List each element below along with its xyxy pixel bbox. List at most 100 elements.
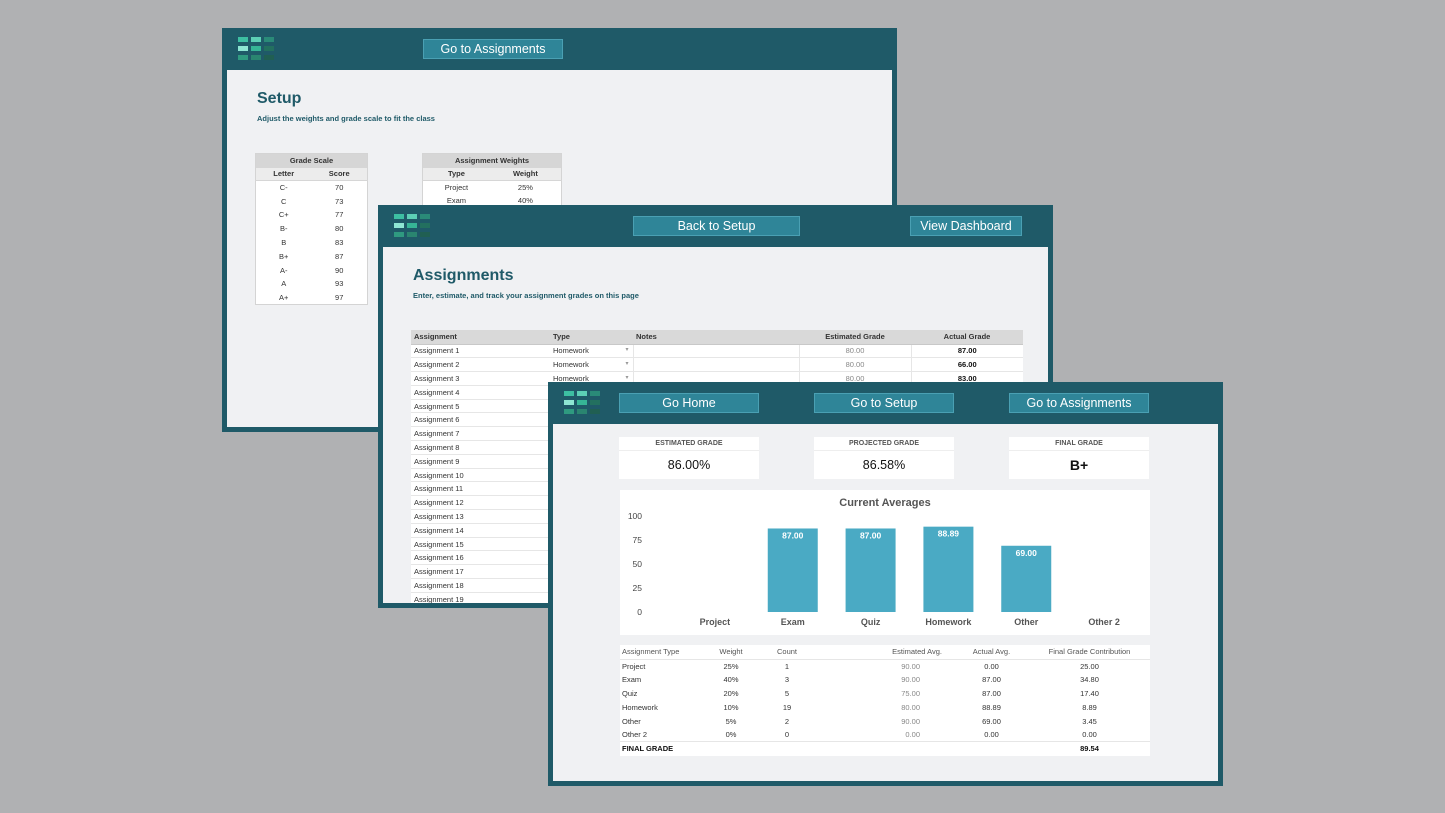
table-row: C 73 — [256, 194, 368, 208]
logo-cell — [420, 223, 430, 228]
column-header: Final Grade Contribution — [1029, 645, 1150, 660]
table-cell[interactable]: 83 — [311, 236, 367, 250]
table-row: A- 90 — [256, 263, 368, 277]
view-dashboard-button[interactable]: View Dashboard — [910, 216, 1022, 236]
assignment-name-cell[interactable]: Assignment 4 — [411, 385, 550, 400]
table-cell[interactable]: C+ — [256, 208, 312, 222]
table-cell[interactable]: 25% — [490, 181, 562, 195]
contribution-cell: 0.00 — [1082, 730, 1097, 740]
chevron-down-icon[interactable]: ▾ — [625, 360, 628, 367]
logo-cell — [564, 391, 574, 396]
y-tick-label: 25 — [633, 583, 643, 593]
assignment-name-cell[interactable]: Assignment 15 — [411, 537, 550, 552]
table-cell[interactable]: C- — [256, 181, 312, 195]
table-cell[interactable]: 93 — [311, 277, 367, 291]
bar-data-label: 87.00 — [860, 530, 882, 540]
count-cell: 3 — [784, 675, 790, 685]
go-home-button[interactable]: Go Home — [619, 393, 759, 413]
assignment-name-cell[interactable]: Assignment 2 — [411, 357, 550, 373]
notes-cell[interactable] — [632, 357, 799, 373]
assignment-name-cell[interactable]: Assignment 3 — [411, 371, 550, 386]
logo-cell — [407, 223, 417, 228]
table-cell[interactable]: B+ — [256, 249, 312, 263]
logo-cell — [564, 400, 574, 405]
table-cell[interactable]: 80 — [311, 222, 367, 236]
estimated-avg-cell: 90.00 — [901, 716, 920, 726]
chevron-down-icon[interactable]: ▾ — [625, 374, 628, 381]
logo-cell — [407, 232, 417, 237]
summary-row: Quiz 20% 5 75.00 87.00 17.40 — [620, 687, 1150, 701]
table-cell[interactable]: 97 — [311, 291, 367, 305]
bar-data-label: 69.00 — [1016, 548, 1038, 558]
summary-row: Other 5% 2 90.00 69.00 3.45 — [620, 714, 1150, 728]
assignment-name-cell[interactable]: Assignment 5 — [411, 399, 550, 414]
assignment-name-cell[interactable]: Assignment 9 — [411, 454, 550, 469]
assignment-name-cell[interactable]: Assignment 16 — [411, 550, 550, 566]
count-cell: 19 — [782, 702, 792, 712]
table-cell[interactable]: A- — [256, 263, 312, 277]
estimated-grade-cell[interactable]: 80.00 — [798, 357, 911, 373]
type-value: Homework — [553, 346, 589, 356]
y-tick-label: 100 — [628, 511, 642, 521]
go-to-assignments-button[interactable]: Go to Assignments — [1009, 393, 1149, 413]
logo-cell — [251, 46, 261, 51]
table-cell[interactable]: B — [256, 236, 312, 250]
logo-cell — [590, 400, 600, 405]
grid-logo-icon — [394, 214, 430, 238]
logo-cell — [420, 214, 430, 219]
chevron-down-icon[interactable]: ▾ — [625, 346, 628, 353]
assignment-name-cell[interactable]: Assignment 12 — [411, 495, 550, 511]
table-cell[interactable]: 70 — [311, 181, 367, 195]
column-header: Actual Avg. — [954, 645, 1029, 660]
column-header: Notes — [633, 330, 799, 345]
logo-cell — [577, 409, 587, 414]
column-header: Weight — [489, 167, 562, 181]
logo-cell — [238, 46, 248, 51]
table-cell[interactable]: C — [256, 194, 312, 208]
notes-cell[interactable] — [632, 344, 799, 359]
table-cell[interactable]: 90 — [311, 263, 367, 277]
assignment-name-cell[interactable]: Assignment 13 — [411, 509, 550, 524]
actual-avg-cell: 69.00 — [982, 716, 1001, 726]
page-subtitle: Adjust the weights and grade scale to fi… — [257, 114, 435, 123]
assignment-name-cell[interactable]: Assignment 8 — [411, 440, 550, 455]
assignment-name-cell[interactable]: Assignment 11 — [411, 481, 550, 497]
logo-cell — [420, 232, 430, 237]
table-cell[interactable]: A+ — [256, 291, 312, 305]
assignment-name-cell[interactable]: Assignment 18 — [411, 578, 550, 593]
kpi-final-grade: FINAL GRADE B+ — [1009, 437, 1149, 479]
table-cell[interactable]: Project — [423, 181, 490, 195]
contribution-cell: 34.80 — [1080, 675, 1099, 685]
assignment-name-cell[interactable]: Assignment 17 — [411, 564, 550, 580]
table-cell[interactable]: B- — [256, 222, 312, 236]
column-header: Actual Grade — [911, 330, 1023, 345]
estimated-grade-cell[interactable]: 80.00 — [798, 344, 911, 359]
count-cell: 5 — [784, 688, 790, 698]
assignment-name-cell[interactable]: Assignment 10 — [411, 468, 550, 483]
assignment-name-cell[interactable]: Assignment 6 — [411, 412, 550, 428]
estimated-avg-cell: 90.00 — [901, 675, 920, 685]
table-cell[interactable]: A — [256, 277, 312, 291]
assignment-name-cell[interactable]: Assignment 19 — [411, 592, 550, 603]
type-select-cell[interactable]: Homework ▾ — [550, 344, 633, 359]
table-cell[interactable]: 87 — [311, 249, 367, 263]
kpi-projected-grade: PROJECTED GRADE 86.58% — [814, 437, 954, 479]
assignment-name-cell[interactable]: Assignment 14 — [411, 523, 550, 538]
back-to-setup-button[interactable]: Back to Setup — [633, 216, 800, 236]
type-cell: Project — [622, 661, 646, 671]
assignment-weights-table: Assignment Weights Type Weight Project 25… — [422, 153, 562, 209]
table-cell[interactable]: 73 — [311, 194, 367, 208]
assignment-row: Assignment 2 Homework ▾ 80.00 66.00 — [411, 357, 1023, 373]
go-to-assignments-button[interactable]: Go to Assignments — [423, 39, 563, 59]
table-row: B 83 — [256, 236, 368, 250]
assignment-name-cell[interactable]: Assignment 7 — [411, 426, 550, 442]
actual-grade-cell[interactable]: 66.00 — [910, 357, 1023, 373]
summary-row: Homework 10% 19 80.00 88.89 8.89 — [620, 700, 1150, 714]
table-cell[interactable]: 77 — [311, 208, 367, 222]
contribution-cell: 8.89 — [1082, 702, 1097, 712]
actual-grade-cell[interactable]: 87.00 — [910, 344, 1023, 359]
assignment-name-cell[interactable]: Assignment 1 — [411, 344, 550, 359]
actual-avg-cell: 0.00 — [984, 730, 999, 740]
type-select-cell[interactable]: Homework ▾ — [550, 357, 633, 373]
go-to-setup-button[interactable]: Go to Setup — [814, 393, 954, 413]
